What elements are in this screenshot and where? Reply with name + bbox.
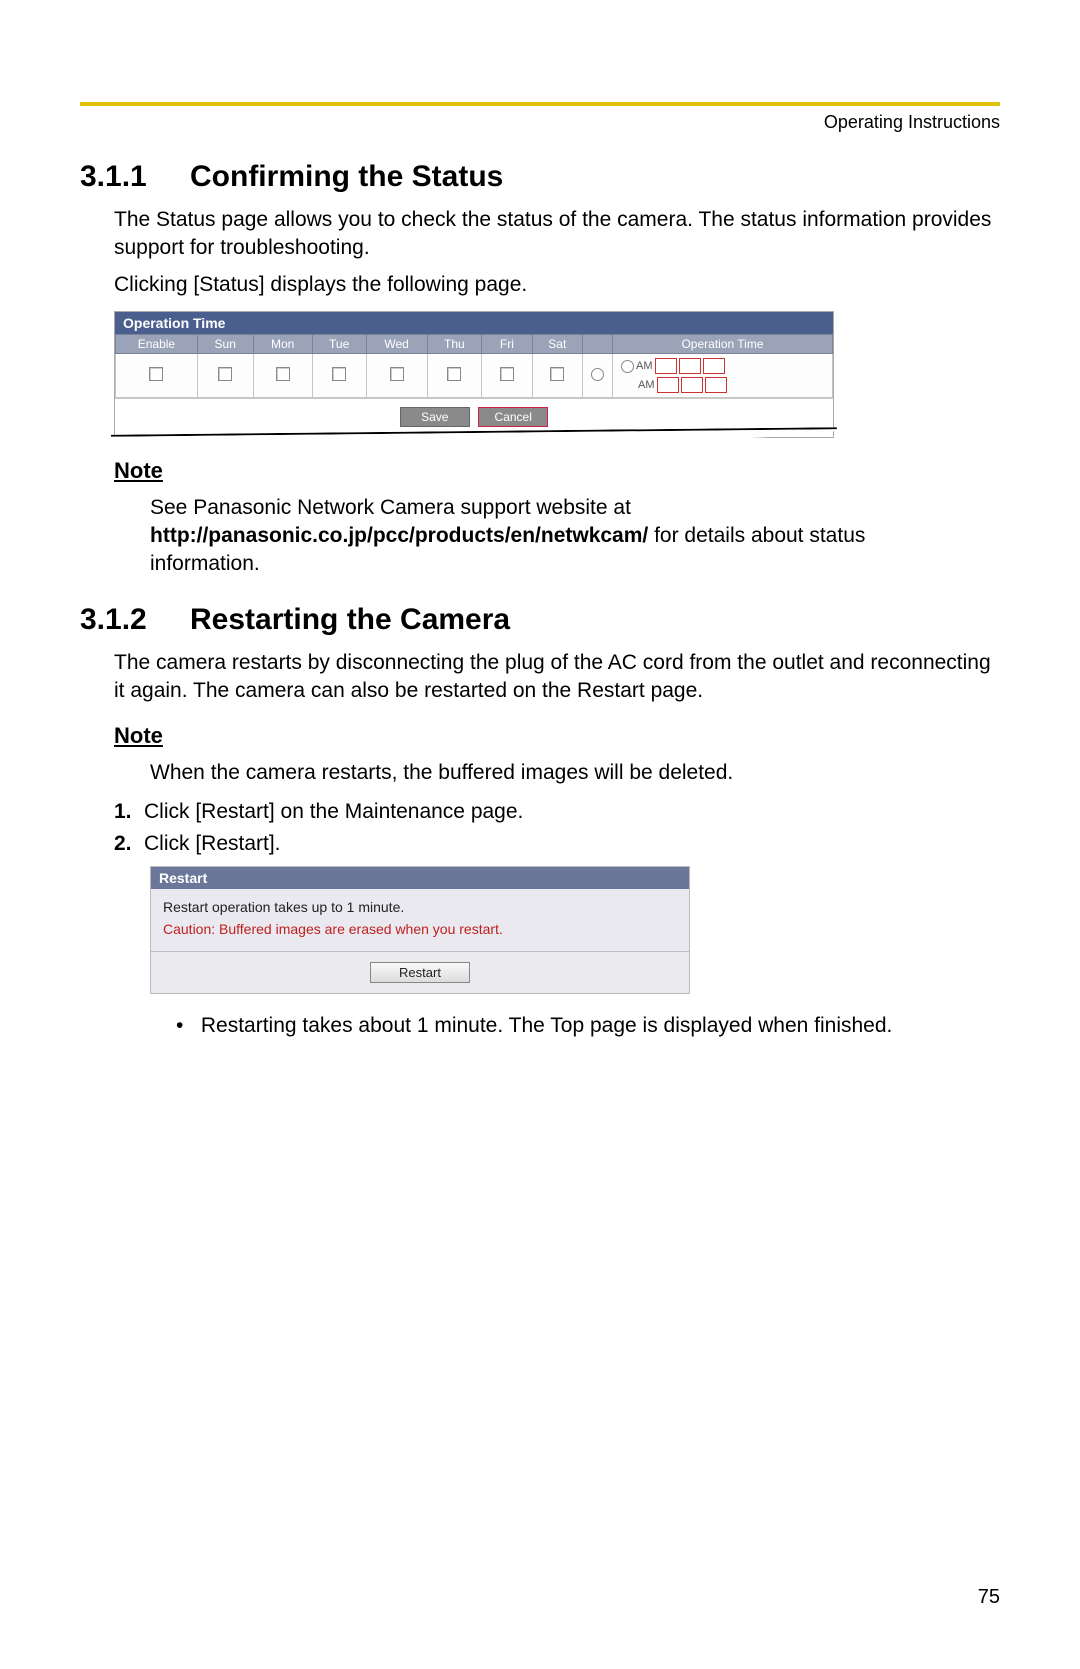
always-radio[interactable] xyxy=(591,368,604,381)
restart-body: Restart operation takes up to 1 minute. … xyxy=(151,889,689,951)
col-fri: Fri xyxy=(482,335,532,354)
am-label-1: AM xyxy=(636,360,653,372)
section-312-heading: 3.1.2Restarting the Camera xyxy=(80,603,1000,637)
sun-checkbox[interactable] xyxy=(218,367,232,381)
tue-checkbox[interactable] xyxy=(332,367,346,381)
time-hour-1[interactable] xyxy=(655,358,677,374)
time-end-group: AM xyxy=(621,377,824,393)
list-item: 2.Click [Restart]. xyxy=(114,832,1000,856)
note-body-1: See Panasonic Network Camera support web… xyxy=(150,494,980,577)
ordered-list: 1.Click [Restart] on the Maintenance pag… xyxy=(114,800,1000,856)
bullet-text: Restarting takes about 1 minute. The Top… xyxy=(201,1014,893,1037)
restart-title: Restart xyxy=(151,867,689,889)
header-label: Operating Instructions xyxy=(824,112,1000,133)
step-2-text: Click [Restart]. xyxy=(144,832,281,855)
note-body-2: When the camera restarts, the buffered i… xyxy=(150,759,980,787)
section-311-heading: 3.1.1Confirming the Status xyxy=(80,160,1000,194)
section-312-para: The camera restarts by disconnecting the… xyxy=(114,649,1000,704)
enable-checkbox[interactable] xyxy=(149,367,163,381)
section-312-number: 3.1.2 xyxy=(80,603,190,637)
col-sat: Sat xyxy=(532,335,582,354)
mon-checkbox[interactable] xyxy=(276,367,290,381)
operation-time-title: Operation Time xyxy=(115,312,833,334)
section-311-para-1: The Status page allows you to check the … xyxy=(114,206,1000,261)
time-min-2[interactable] xyxy=(681,377,703,393)
col-thu: Thu xyxy=(427,335,482,354)
note-text-pre: See Panasonic Network Camera support web… xyxy=(150,496,631,519)
restart-figure: Restart Restart operation takes up to 1 … xyxy=(150,866,690,994)
table-row: AM AM xyxy=(116,354,833,398)
restart-button[interactable]: Restart xyxy=(370,962,470,983)
section-311-para-2: Clicking [Status] displays the following… xyxy=(114,271,1000,299)
restart-button-row: Restart xyxy=(151,951,689,993)
col-tue: Tue xyxy=(312,335,366,354)
header-rule xyxy=(80,102,1000,106)
col-enable: Enable xyxy=(116,335,198,354)
time-start-group: AM xyxy=(621,358,824,374)
col-optime: Operation Time xyxy=(613,335,833,354)
time-radio-1[interactable] xyxy=(621,360,634,373)
step-1-text: Click [Restart] on the Maintenance page. xyxy=(144,800,523,823)
table-header-row: Enable Sun Mon Tue Wed Thu Fri Sat Opera… xyxy=(116,335,833,354)
bullet-item: • Restarting takes about 1 minute. The T… xyxy=(176,1014,1000,1038)
fri-checkbox[interactable] xyxy=(500,367,514,381)
note-label-1: Note xyxy=(114,458,1000,484)
restart-caution: Caution: Buffered images are erased when… xyxy=(163,921,677,937)
wed-checkbox[interactable] xyxy=(390,367,404,381)
save-button[interactable]: Save xyxy=(400,407,470,427)
col-radio xyxy=(583,335,613,354)
time-min-1[interactable] xyxy=(679,358,701,374)
note-label-2: Note xyxy=(114,723,1000,749)
operation-time-table: Enable Sun Mon Tue Wed Thu Fri Sat Opera… xyxy=(115,334,833,398)
am-label-2: AM xyxy=(638,379,655,391)
time-sec-2[interactable] xyxy=(705,377,727,393)
sat-checkbox[interactable] xyxy=(550,367,564,381)
section-311-number: 3.1.1 xyxy=(80,160,190,194)
col-mon: Mon xyxy=(253,335,312,354)
restart-line1: Restart operation takes up to 1 minute. xyxy=(163,899,677,915)
note-bold-url: http://panasonic.co.jp/pcc/products/en/n… xyxy=(150,524,648,547)
list-item: 1.Click [Restart] on the Maintenance pag… xyxy=(114,800,1000,824)
thu-checkbox[interactable] xyxy=(447,367,461,381)
page-number: 75 xyxy=(978,1586,1000,1609)
section-311-title: Confirming the Status xyxy=(190,160,503,193)
time-sec-1[interactable] xyxy=(703,358,725,374)
operation-time-figure: Operation Time Enable Sun Mon Tue Wed Th… xyxy=(114,311,834,438)
section-312-title: Restarting the Camera xyxy=(190,603,510,636)
time-hour-2[interactable] xyxy=(657,377,679,393)
col-wed: Wed xyxy=(366,335,427,354)
cancel-button[interactable]: Cancel xyxy=(478,407,548,427)
col-sun: Sun xyxy=(197,335,253,354)
